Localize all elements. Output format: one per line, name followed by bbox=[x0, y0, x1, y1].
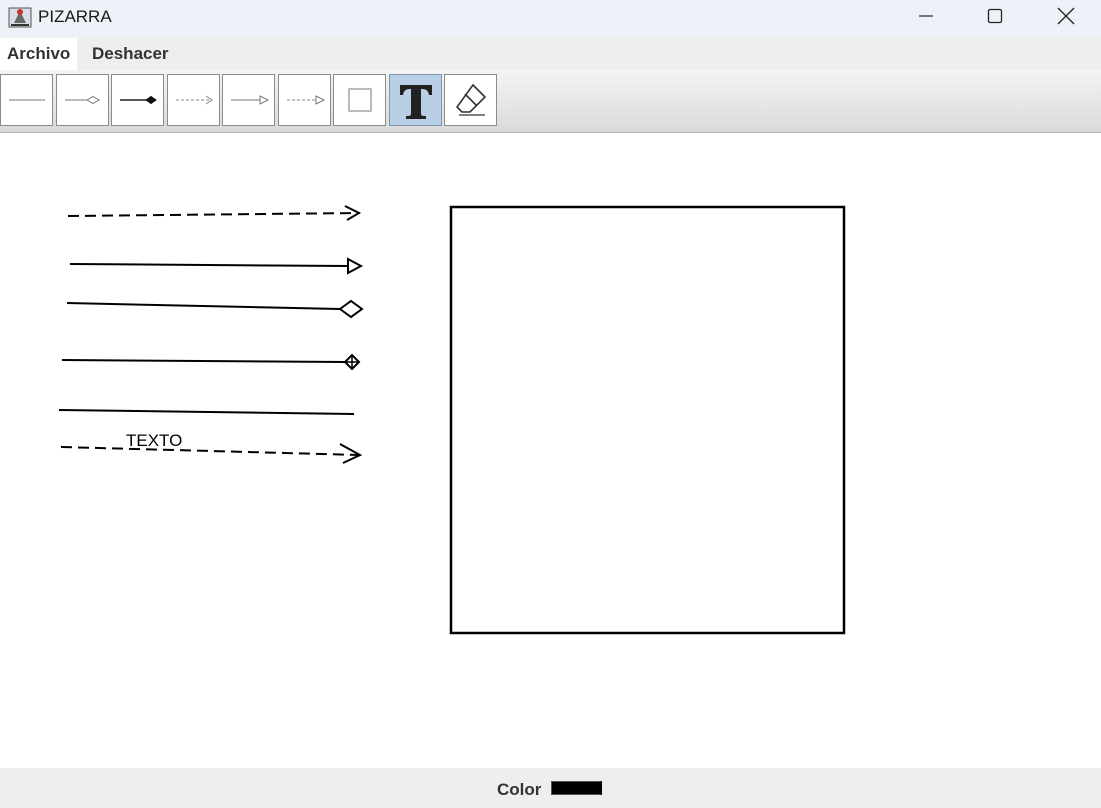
dashed-triangle-arrow-icon bbox=[286, 95, 325, 105]
maximize-icon bbox=[987, 8, 1003, 24]
plain-line-shape[interactable] bbox=[58, 409, 355, 415]
dashed-open-arrow-shape[interactable] bbox=[67, 205, 362, 221]
dependency-arrow-tool-button[interactable] bbox=[167, 74, 220, 126]
aggregation-arrow-tool-button[interactable] bbox=[56, 74, 109, 126]
filled-diamond-arrow-icon bbox=[119, 95, 157, 105]
realization-arrow-tool-button[interactable] bbox=[278, 74, 331, 126]
composition-arrow-shape[interactable] bbox=[61, 353, 361, 371]
minimize-icon bbox=[919, 15, 933, 17]
dashed-open-arrow-icon bbox=[175, 95, 213, 105]
composition-arrow-tool-button[interactable] bbox=[111, 74, 164, 126]
java-app-icon bbox=[8, 7, 32, 28]
text-tool-button[interactable] bbox=[389, 74, 442, 126]
toolbar bbox=[0, 70, 1101, 133]
text-t-icon bbox=[399, 85, 432, 119]
color-label: Color bbox=[497, 780, 542, 799]
inheritance-arrow-shape[interactable] bbox=[69, 257, 364, 275]
close-icon bbox=[1057, 7, 1075, 25]
eraser-tool-button[interactable] bbox=[444, 74, 497, 126]
menu-archivo[interactable]: Archivo bbox=[0, 38, 78, 70]
menu-deshacer[interactable]: Deshacer bbox=[85, 38, 176, 70]
close-button[interactable] bbox=[1031, 0, 1101, 32]
rectangle-shape[interactable] bbox=[449, 205, 846, 635]
line-tool-button[interactable] bbox=[0, 74, 53, 126]
canvas-text-label[interactable]: TEXTO bbox=[126, 431, 182, 451]
hollow-triangle-arrow-icon bbox=[230, 95, 269, 105]
aggregation-arrow-shape[interactable] bbox=[66, 299, 364, 319]
rectangle-tool-button[interactable] bbox=[333, 74, 386, 126]
maximize-button[interactable] bbox=[960, 0, 1030, 32]
square-icon bbox=[347, 88, 372, 112]
minimize-button[interactable] bbox=[891, 0, 961, 32]
hollow-diamond-arrow-icon bbox=[64, 95, 100, 105]
window-title: PIZARRA bbox=[38, 7, 112, 26]
plain-line-icon bbox=[8, 99, 45, 101]
dependency-arrow-shape[interactable] bbox=[60, 443, 363, 464]
color-swatch[interactable] bbox=[551, 781, 602, 795]
inheritance-arrow-tool-button[interactable] bbox=[222, 74, 275, 126]
eraser-icon bbox=[455, 83, 486, 116]
